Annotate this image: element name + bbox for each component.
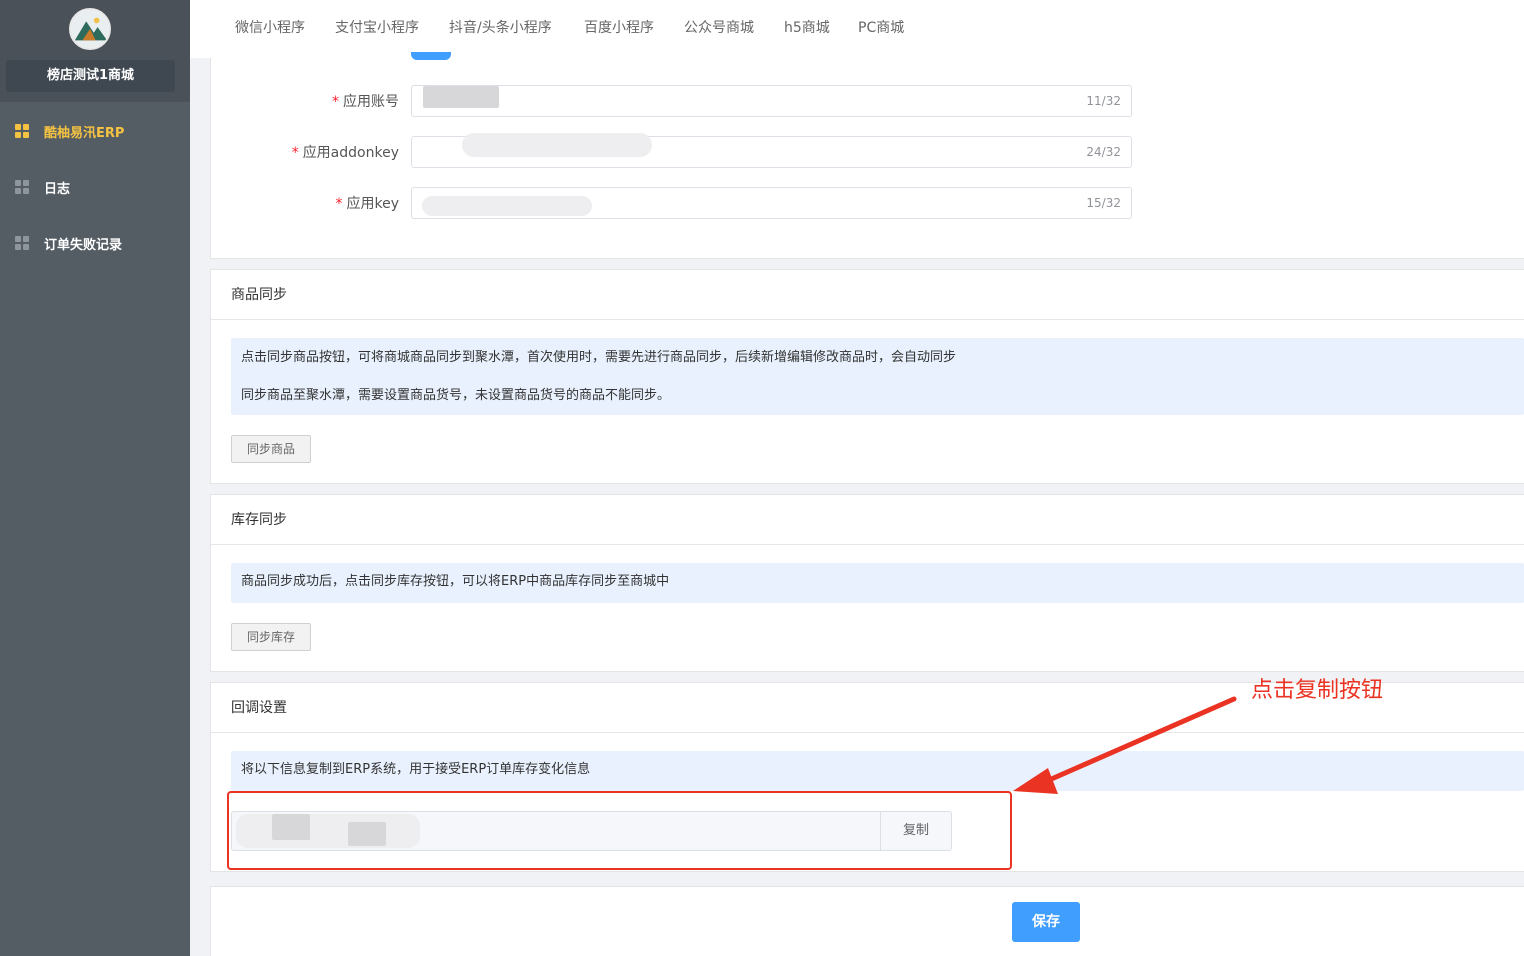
account-label: * 应用账号 [332, 94, 399, 110]
tab-douyin-miniprogram[interactable]: 抖音/头条小程序 [449, 0, 552, 58]
stock-sync-card: 库存同步 商品同步成功后，点击同步库存按钮，可以将ERP中商品库存同步至商城中 … [210, 494, 1524, 672]
addonkey-label: * 应用addonkey [291, 145, 399, 161]
sidebar: 榜店测试1商城 酷柚易汛ERP 日志 订单失败记录 [0, 0, 190, 956]
key-counter: 15/32 [1086, 196, 1121, 210]
tab-baidu-miniprogram[interactable]: 百度小程序 [584, 0, 654, 58]
key-input[interactable]: 15/32 [411, 187, 1132, 219]
annotation-text: 点击复制按钮 [1251, 678, 1384, 703]
grid-icon [15, 180, 29, 194]
sync-stock-button[interactable]: 同步库存 [231, 623, 311, 651]
annotation-highlight-box [227, 791, 1012, 870]
annotation-arrow-icon [1013, 696, 1237, 794]
goods-sync-tip-line: 点击同步商品按钮，可将商城商品同步到聚水潭，首次使用时，需要先进行商品同步，后续… [241, 350, 957, 365]
sidebar-item-log[interactable]: 日志 [0, 159, 190, 215]
shop-logo [69, 8, 111, 50]
tab-h5-mall[interactable]: h5商城 [784, 0, 830, 58]
goods-sync-title: 商品同步 [211, 270, 1524, 320]
toggle-switch-edge[interactable] [411, 52, 451, 60]
addonkey-input[interactable]: 24/32 [411, 133, 1132, 168]
addonkey-counter: 24/32 [1086, 145, 1121, 159]
goods-sync-tip: 点击同步商品按钮，可将商城商品同步到聚水潭，首次使用时，需要先进行商品同步，后续… [231, 338, 1524, 415]
grid-icon [15, 236, 29, 250]
sync-goods-button[interactable]: 同步商品 [231, 435, 311, 463]
save-bar [210, 886, 1524, 956]
stock-sync-title: 库存同步 [211, 495, 1524, 545]
goods-sync-card: 商品同步 点击同步商品按钮，可将商城商品同步到聚水潭，首次使用时，需要先进行商品… [210, 269, 1524, 484]
tab-wechat-miniprogram[interactable]: 微信小程序 [235, 0, 305, 58]
account-counter: 11/32 [1086, 94, 1121, 108]
tab-pc-mall[interactable]: PC商城 [858, 0, 904, 58]
callback-tip: 将以下信息复制到ERP系统，用于接受ERP订单库存变化信息 [231, 751, 1524, 791]
sidebar-brand: 榜店测试1商城 [0, 0, 190, 102]
stock-sync-tip: 商品同步成功后，点击同步库存按钮，可以将ERP中商品库存同步至商城中 [231, 563, 1524, 603]
account-input[interactable]: 11/32 [411, 85, 1132, 117]
sidebar-item-label: 日志 [44, 181, 71, 197]
sidebar-item-label: 订单失败记录 [44, 237, 123, 253]
sidebar-item-failed-orders[interactable]: 订单失败记录 [0, 215, 190, 271]
tab-official-account-mall[interactable]: 公众号商城 [684, 0, 754, 58]
grid-icon [15, 124, 29, 138]
platform-tabs: 微信小程序 支付宝小程序 抖音/头条小程序 百度小程序 公众号商城 h5商城 P… [190, 0, 1524, 58]
save-button[interactable]: 保存 [1012, 902, 1080, 942]
goods-sync-tip-line: 同步商品至聚水潭，需要设置商品货号，未设置商品货号的商品不能同步。 [241, 388, 671, 403]
sidebar-item-erp[interactable]: 酷柚易汛ERP [0, 103, 190, 159]
shop-name: 榜店测试1商城 [6, 60, 175, 92]
key-label: * 应用key [335, 196, 399, 212]
sidebar-item-label: 酷柚易汛ERP [44, 125, 125, 141]
tab-alipay-miniprogram[interactable]: 支付宝小程序 [335, 0, 419, 58]
